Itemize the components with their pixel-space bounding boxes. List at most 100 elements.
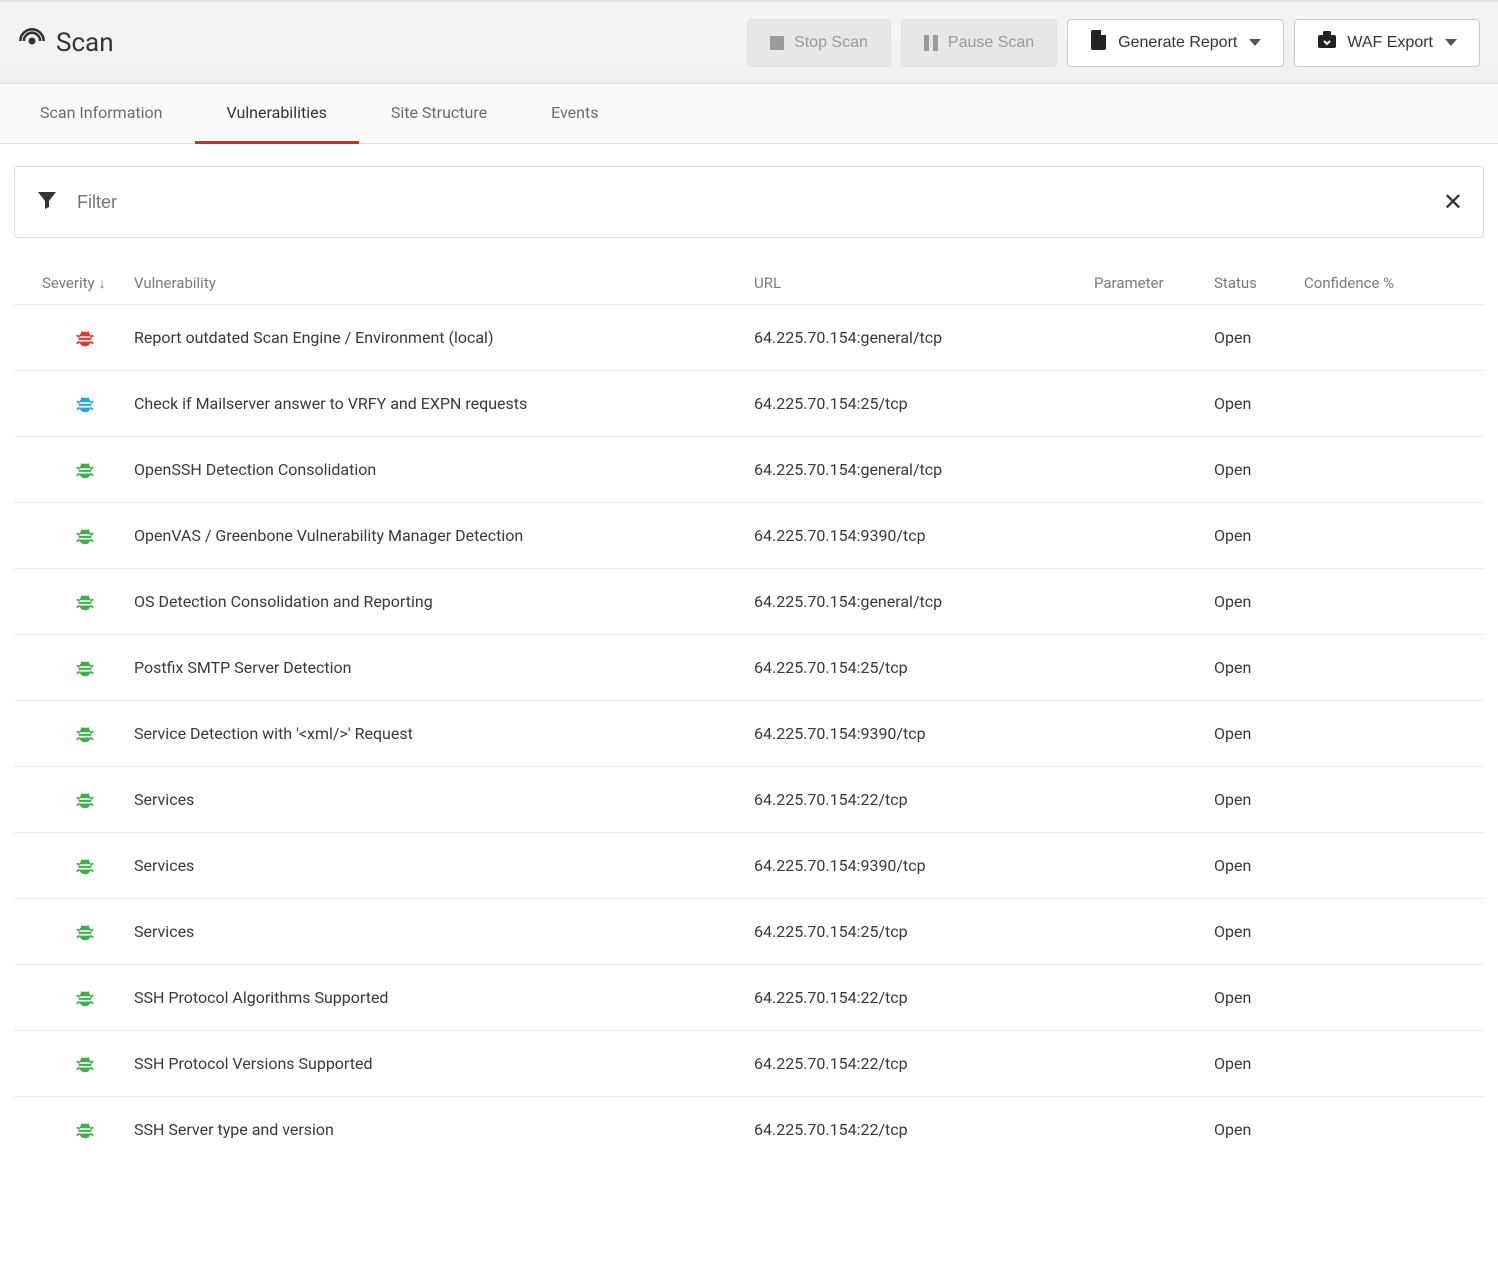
page-title: Scan — [56, 28, 114, 58]
cell-url: 64.225.70.154:general/tcp — [754, 328, 1094, 347]
table-row[interactable]: SSH Protocol Algorithms Supported64.225.… — [14, 964, 1484, 1030]
cell-url: 64.225.70.154:22/tcp — [754, 1054, 1094, 1073]
cell-vulnerability: Services — [134, 856, 754, 875]
clear-filter-icon[interactable]: ✕ — [1443, 190, 1463, 214]
severity-bug-icon — [74, 789, 96, 811]
cell-url: 64.225.70.154:22/tcp — [754, 988, 1094, 1007]
cell-url: 64.225.70.154:25/tcp — [754, 658, 1094, 677]
tab-vuln[interactable]: Vulnerabilities — [195, 84, 359, 144]
severity-bug-icon — [74, 921, 96, 943]
cell-status: Open — [1214, 658, 1304, 677]
pause-icon — [924, 35, 938, 51]
table-row[interactable]: Services64.225.70.154:25/tcp Open — [14, 898, 1484, 964]
generate-report-button[interactable]: Generate Report — [1067, 19, 1284, 67]
tab-site[interactable]: Site Structure — [359, 84, 519, 144]
severity-bug-icon — [74, 459, 96, 481]
severity-bug-icon — [74, 657, 96, 679]
waf-export-button[interactable]: WAF Export — [1294, 19, 1480, 67]
cell-url: 64.225.70.154:25/tcp — [754, 394, 1094, 413]
table-row[interactable]: OpenSSH Detection Consolidation64.225.70… — [14, 436, 1484, 502]
cell-url: 64.225.70.154:9390/tcp — [754, 856, 1094, 875]
table-header: Severity ↓ Vulnerability URL Parameter S… — [14, 262, 1484, 304]
stop-scan-button[interactable]: Stop Scan — [747, 19, 891, 67]
filter-input[interactable] — [77, 192, 1425, 213]
cell-status: Open — [1214, 988, 1304, 1007]
severity-bug-icon — [74, 1053, 96, 1075]
severity-bug-icon — [74, 987, 96, 1009]
table-row[interactable]: OS Detection Consolidation and Reporting… — [14, 568, 1484, 634]
tab-bar: Scan InformationVulnerabilitiesSite Stru… — [0, 84, 1498, 144]
chevron-down-icon — [1445, 39, 1457, 46]
severity-bug-icon — [74, 591, 96, 613]
header-confidence[interactable]: Confidence % — [1304, 274, 1484, 292]
tab-info[interactable]: Scan Information — [8, 84, 195, 144]
funnel-icon — [35, 188, 59, 216]
cell-status: Open — [1214, 328, 1304, 347]
header-severity[interactable]: Severity ↓ — [14, 274, 134, 292]
generate-report-label: Generate Report — [1118, 34, 1237, 52]
cell-url: 64.225.70.154:22/tcp — [754, 790, 1094, 809]
severity-bug-icon — [74, 393, 96, 415]
table-row[interactable]: SSH Server type and version64.225.70.154… — [14, 1096, 1484, 1162]
cell-status: Open — [1214, 394, 1304, 413]
cell-status: Open — [1214, 724, 1304, 743]
cell-vulnerability: SSH Server type and version — [134, 1120, 754, 1139]
scan-icon — [18, 27, 46, 59]
briefcase-icon — [1317, 31, 1337, 54]
table-row[interactable]: Postfix SMTP Server Detection64.225.70.1… — [14, 634, 1484, 700]
stop-icon — [770, 36, 784, 50]
severity-bug-icon — [74, 525, 96, 547]
severity-bug-icon — [74, 855, 96, 877]
table-row[interactable]: OpenVAS / Greenbone Vulnerability Manage… — [14, 502, 1484, 568]
stop-scan-label: Stop Scan — [794, 34, 868, 52]
cell-url: 64.225.70.154:9390/tcp — [754, 526, 1094, 545]
header-url[interactable]: URL — [754, 274, 1094, 292]
cell-url: 64.225.70.154:25/tcp — [754, 922, 1094, 941]
header-status[interactable]: Status — [1214, 274, 1304, 292]
cell-status: Open — [1214, 526, 1304, 545]
cell-url: 64.225.70.154:9390/tcp — [754, 724, 1094, 743]
cell-vulnerability: OpenVAS / Greenbone Vulnerability Manage… — [134, 526, 754, 545]
waf-export-label: WAF Export — [1347, 34, 1433, 52]
table-row[interactable]: Check if Mailserver answer to VRFY and E… — [14, 370, 1484, 436]
cell-url: 64.225.70.154:general/tcp — [754, 460, 1094, 479]
cell-vulnerability: OpenSSH Detection Consolidation — [134, 460, 754, 479]
cell-status: Open — [1214, 922, 1304, 941]
pause-scan-label: Pause Scan — [948, 34, 1034, 52]
cell-vulnerability: Postfix SMTP Server Detection — [134, 658, 754, 677]
file-icon — [1090, 30, 1108, 55]
cell-status: Open — [1214, 460, 1304, 479]
cell-vulnerability: Check if Mailserver answer to VRFY and E… — [134, 394, 754, 413]
header-vulnerability[interactable]: Vulnerability — [134, 274, 754, 292]
table-row[interactable]: Report outdated Scan Engine / Environmen… — [14, 304, 1484, 370]
cell-url: 64.225.70.154:general/tcp — [754, 592, 1094, 611]
cell-vulnerability: Service Detection with '<xml/>' Request — [134, 724, 754, 743]
cell-vulnerability: OS Detection Consolidation and Reporting — [134, 592, 754, 611]
header-severity-label: Severity — [42, 274, 95, 292]
table-row[interactable]: Services64.225.70.154:22/tcp Open — [14, 766, 1484, 832]
cell-vulnerability: SSH Protocol Algorithms Supported — [134, 988, 754, 1007]
table-row[interactable]: Services64.225.70.154:9390/tcp Open — [14, 832, 1484, 898]
cell-vulnerability: SSH Protocol Versions Supported — [134, 1054, 754, 1073]
cell-vulnerability: Services — [134, 922, 754, 941]
severity-bug-icon — [74, 327, 96, 349]
cell-status: Open — [1214, 1120, 1304, 1139]
cell-vulnerability: Services — [134, 790, 754, 809]
header-parameter[interactable]: Parameter — [1094, 274, 1214, 292]
filter-bar: ✕ — [14, 166, 1484, 238]
cell-url: 64.225.70.154:22/tcp — [754, 1120, 1094, 1139]
sort-desc-icon: ↓ — [99, 275, 106, 292]
pause-scan-button[interactable]: Pause Scan — [901, 19, 1057, 67]
header-bar: Scan Stop Scan Pause Scan Generate Repor… — [0, 0, 1498, 84]
tab-events[interactable]: Events — [519, 84, 630, 144]
severity-bug-icon — [74, 723, 96, 745]
table-row[interactable]: Service Detection with '<xml/>' Request6… — [14, 700, 1484, 766]
cell-vulnerability: Report outdated Scan Engine / Environmen… — [134, 328, 754, 347]
severity-bug-icon — [74, 1119, 96, 1141]
cell-status: Open — [1214, 592, 1304, 611]
cell-status: Open — [1214, 790, 1304, 809]
cell-status: Open — [1214, 856, 1304, 875]
table-row[interactable]: SSH Protocol Versions Supported64.225.70… — [14, 1030, 1484, 1096]
cell-status: Open — [1214, 1054, 1304, 1073]
chevron-down-icon — [1249, 39, 1261, 46]
